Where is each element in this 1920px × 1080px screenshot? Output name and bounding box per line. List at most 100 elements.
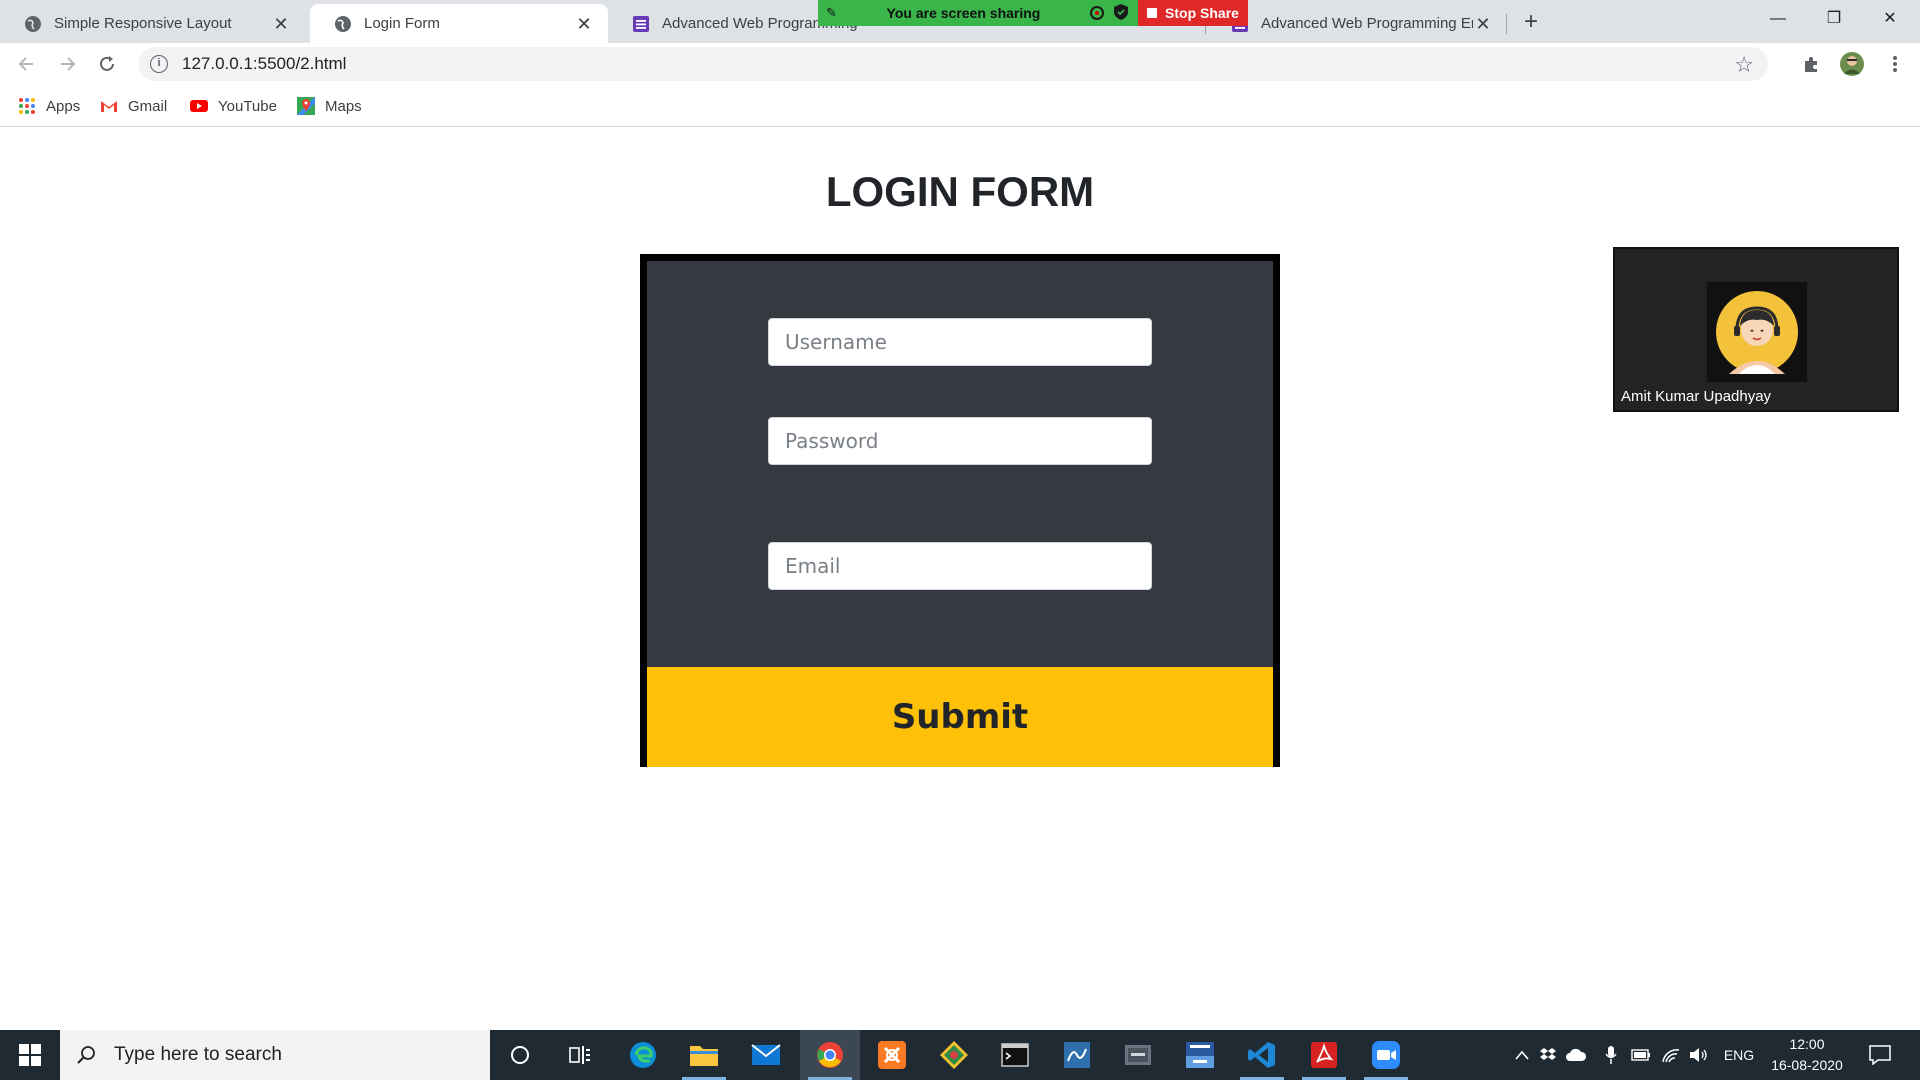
screen-share-status: You are screen sharing — [886, 5, 1041, 21]
folder-icon — [690, 1046, 718, 1066]
password-input[interactable] — [768, 417, 1152, 465]
youtube-icon — [190, 100, 208, 112]
restore-button[interactable]: ❐ — [1806, 0, 1862, 38]
bookmark-star-icon[interactable]: ☆ — [1734, 52, 1754, 78]
stop-icon — [1147, 8, 1158, 18]
person-avatar-icon — [1716, 291, 1798, 374]
info-icon[interactable]: i — [150, 55, 168, 73]
taskbar-search-box[interactable]: Type here to search — [60, 1030, 490, 1080]
bookmarks-bar: Apps Gmail YouTube Maps — [0, 85, 1920, 127]
close-window-button[interactable]: ✕ — [1862, 0, 1918, 38]
vscode-app[interactable] — [1232, 1030, 1292, 1080]
battery-tray[interactable] — [1628, 1030, 1654, 1080]
xampp-app[interactable] — [862, 1030, 922, 1080]
bookmark-label: Apps — [46, 97, 81, 115]
devcpp-app[interactable] — [1170, 1030, 1230, 1080]
taskbar-clock[interactable]: 12:00 16-08-2020 — [1765, 1034, 1849, 1076]
globe-icon — [24, 15, 42, 33]
login-form: Submit — [640, 254, 1280, 767]
terminal-app[interactable] — [985, 1030, 1045, 1080]
stop-share-label: Stop Share — [1165, 5, 1239, 21]
action-center-button[interactable] — [1860, 1030, 1900, 1080]
bookmark-youtube[interactable]: YouTube — [190, 95, 277, 117]
wifi-tray[interactable] — [1658, 1030, 1684, 1080]
microphone-tray[interactable] — [1600, 1030, 1622, 1080]
tab-label: Login Form — [364, 15, 440, 32]
participant-name: Amit Kumar Upadhyay — [1621, 388, 1772, 405]
terminal-icon — [1001, 1043, 1029, 1067]
kebab-menu-icon — [1893, 56, 1897, 72]
zoom-camera-icon — [1372, 1041, 1400, 1069]
onedrive-tray[interactable] — [1562, 1030, 1590, 1080]
volume-tray[interactable] — [1686, 1030, 1712, 1080]
profile-button[interactable] — [1837, 49, 1867, 79]
dev-cpp-icon — [1186, 1042, 1214, 1068]
tab-advanced-web-programming-2[interactable]: Advanced Web Programming En ✕ — [1207, 4, 1507, 43]
page-title: LOGIN FORM — [825, 168, 1095, 215]
gitkraken-app[interactable] — [924, 1030, 984, 1080]
edge-icon — [630, 1042, 656, 1068]
forms-icon — [632, 15, 650, 33]
back-button[interactable] — [12, 49, 42, 79]
stop-share-button[interactable]: Stop Share — [1138, 0, 1248, 26]
new-tab-button[interactable]: + — [1517, 9, 1545, 37]
pin-icon: ✎ — [826, 5, 837, 20]
language-indicator[interactable]: ENG — [1718, 1030, 1760, 1080]
submit-button[interactable]: Submit — [647, 667, 1273, 767]
start-button[interactable] — [0, 1030, 60, 1080]
maps-icon — [297, 97, 315, 115]
address-bar[interactable]: i 127.0.0.1:5500/2.html ☆ — [138, 47, 1768, 81]
show-hidden-icons-button[interactable] — [1510, 1030, 1534, 1080]
close-tab-icon[interactable]: ✕ — [1473, 14, 1493, 34]
edge-app[interactable] — [613, 1030, 673, 1080]
mail-icon — [751, 1044, 781, 1065]
file-explorer-app[interactable] — [674, 1030, 734, 1080]
bookmark-gmail[interactable]: Gmail — [100, 95, 167, 117]
sql-icon — [1125, 1045, 1151, 1065]
participant-video-tile[interactable]: Amit Kumar Upadhyay — [1613, 247, 1899, 412]
sql-app[interactable] — [1108, 1030, 1168, 1080]
browser-menu-button[interactable] — [1880, 49, 1910, 79]
tab-simple-responsive-layout[interactable]: Simple Responsive Layout ✕ — [0, 4, 305, 43]
tab-login-form[interactable]: Login Form ✕ — [310, 4, 608, 43]
acrobat-app[interactable] — [1294, 1030, 1354, 1080]
mysql-workbench-app[interactable] — [1047, 1030, 1107, 1080]
xampp-icon — [878, 1041, 906, 1069]
bookmark-maps[interactable]: Maps — [297, 95, 362, 117]
record-icon — [1090, 6, 1104, 20]
bookmark-label: YouTube — [218, 97, 277, 115]
cortana-button[interactable] — [490, 1030, 550, 1080]
screen-share-banner: ✎ You are screen sharing — [818, 0, 1138, 26]
minimize-button[interactable]: — — [1750, 0, 1806, 38]
reload-button[interactable] — [92, 49, 122, 79]
forward-button[interactable] — [52, 49, 82, 79]
speaker-icon — [1690, 1048, 1707, 1062]
search-placeholder: Type here to search — [114, 1044, 282, 1065]
cloud-icon — [1566, 1048, 1587, 1061]
windows-logo-icon — [19, 1044, 41, 1066]
url-text: 127.0.0.1:5500/2.html — [182, 54, 347, 73]
username-input[interactable] — [768, 318, 1152, 366]
tab-label: Simple Responsive Layout — [54, 15, 232, 32]
clock-time: 12:00 — [1789, 1036, 1825, 1052]
bookmark-apps[interactable]: Apps — [18, 95, 80, 117]
notification-icon — [1869, 1045, 1891, 1065]
dropbox-icon — [1540, 1048, 1556, 1060]
search-icon — [77, 1046, 95, 1064]
arrow-right-icon — [61, 57, 76, 71]
email-input[interactable] — [768, 542, 1152, 590]
close-tab-icon[interactable]: ✕ — [574, 14, 594, 34]
extensions-button[interactable] — [1797, 49, 1827, 79]
tab-separator — [1506, 14, 1507, 34]
gmail-icon — [101, 101, 117, 112]
zoom-app[interactable] — [1356, 1030, 1416, 1080]
dropbox-tray[interactable] — [1536, 1030, 1560, 1080]
browser-toolbar: i 127.0.0.1:5500/2.html ☆ — [0, 43, 1920, 85]
battery-icon — [1631, 1049, 1650, 1061]
task-view-button[interactable] — [550, 1030, 610, 1080]
mail-app[interactable] — [736, 1030, 796, 1080]
cortana-circle-icon — [511, 1046, 529, 1064]
close-tab-icon[interactable]: ✕ — [271, 14, 291, 34]
chrome-app[interactable] — [800, 1030, 860, 1080]
arrow-left-icon — [18, 57, 33, 71]
